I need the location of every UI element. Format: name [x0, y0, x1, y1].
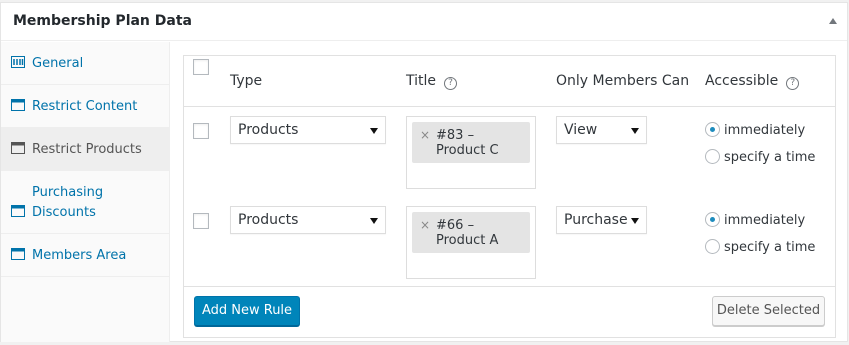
table-row: Products × #66 – Product A Purchase imme… [184, 198, 835, 288]
chevron-down-icon [631, 128, 639, 134]
only-members-can-value: Purchase [564, 212, 628, 228]
type-select[interactable]: Products [230, 116, 386, 144]
tab-members-area[interactable]: Members Area [1, 234, 169, 277]
chevron-down-icon [370, 128, 378, 134]
tab-general[interactable]: General [1, 42, 169, 85]
radio-label: immediately [724, 123, 806, 138]
accessible-option-specify-time[interactable]: specify a time [705, 239, 815, 256]
remove-token-icon[interactable]: × [420, 128, 430, 143]
collapse-toggle-icon[interactable] [829, 18, 837, 24]
radio-specify-time[interactable] [705, 239, 720, 254]
tab-restrict-content[interactable]: Restrict Content [1, 85, 169, 128]
row-checkbox[interactable] [193, 213, 209, 229]
tab-label: Restrict Content [32, 99, 138, 114]
remove-token-icon[interactable]: × [420, 218, 430, 233]
tab-label: General [32, 56, 84, 71]
table-row: Products × #83 – Product C View immediat… [184, 108, 835, 198]
column-accessible-label: Accessible [705, 73, 779, 89]
chevron-down-icon [370, 218, 378, 224]
tab-restrict-products[interactable]: Restrict Products [1, 128, 169, 171]
tab-purchasing-discounts[interactable]: Purchasing Discounts [1, 171, 169, 234]
title-multiselect[interactable]: × #66 – Product A [406, 206, 536, 279]
radio-label: specify a time [724, 150, 816, 165]
tab-label: Members Area [32, 248, 127, 263]
help-icon[interactable]: ? [444, 77, 458, 90]
grid-icon [11, 56, 25, 68]
only-members-can-select[interactable]: View [556, 116, 647, 144]
table-footer: Add New Rule Delete Selected [184, 286, 835, 337]
only-members-can-value: View [564, 122, 598, 138]
row-checkbox[interactable] [193, 123, 209, 139]
type-select[interactable]: Products [230, 206, 386, 234]
product-token: × #66 – Product A [412, 212, 530, 253]
product-token-label: #66 – Product A [436, 218, 499, 248]
type-select-value: Products [238, 122, 299, 138]
only-members-can-select[interactable]: Purchase [556, 206, 647, 234]
window-icon [11, 248, 25, 260]
radio-label: specify a time [724, 240, 816, 255]
title-multiselect[interactable]: × #83 – Product C [406, 116, 536, 189]
chevron-down-icon [631, 218, 639, 224]
product-token: × #83 – Product C [412, 122, 530, 163]
column-header-title: Title? [406, 73, 458, 90]
tab-label: Restrict Products [32, 142, 142, 157]
delete-selected-button[interactable]: Delete Selected [712, 296, 825, 326]
column-header-type: Type [230, 73, 263, 89]
product-token-label: #83 – Product C [436, 128, 499, 158]
radio-immediately[interactable] [705, 122, 720, 137]
tab-label: Purchasing Discounts [32, 185, 104, 220]
radio-immediately[interactable] [705, 212, 720, 227]
radio-label: immediately [724, 213, 806, 228]
window-icon [11, 142, 25, 154]
accessible-option-specify-time[interactable]: specify a time [705, 149, 815, 166]
help-icon[interactable]: ? [786, 77, 800, 90]
restriction-rules-table: Type Title? Only Members Can Accessible?… [183, 55, 836, 338]
column-header-only-members-can: Only Members Can [556, 73, 690, 89]
window-icon [11, 205, 25, 217]
membership-plan-data-metabox: Membership Plan Data General Restrict Co… [0, 2, 848, 342]
metabox-title: Membership Plan Data [13, 13, 192, 29]
window-icon [11, 99, 25, 111]
add-new-rule-button[interactable]: Add New Rule [194, 296, 300, 326]
column-title-label: Title [406, 73, 437, 89]
plan-data-tabs: General Restrict Content Restrict Produc… [1, 42, 170, 342]
table-header: Type Title? Only Members Can Accessible? [184, 56, 835, 107]
radio-specify-time[interactable] [705, 149, 720, 164]
metabox-header: Membership Plan Data [1, 3, 847, 41]
type-select-value: Products [238, 212, 299, 228]
accessible-option-immediately[interactable]: immediately [705, 212, 805, 229]
select-all-checkbox[interactable] [193, 59, 209, 75]
column-header-accessible: Accessible? [705, 73, 800, 90]
accessible-option-immediately[interactable]: immediately [705, 122, 805, 139]
